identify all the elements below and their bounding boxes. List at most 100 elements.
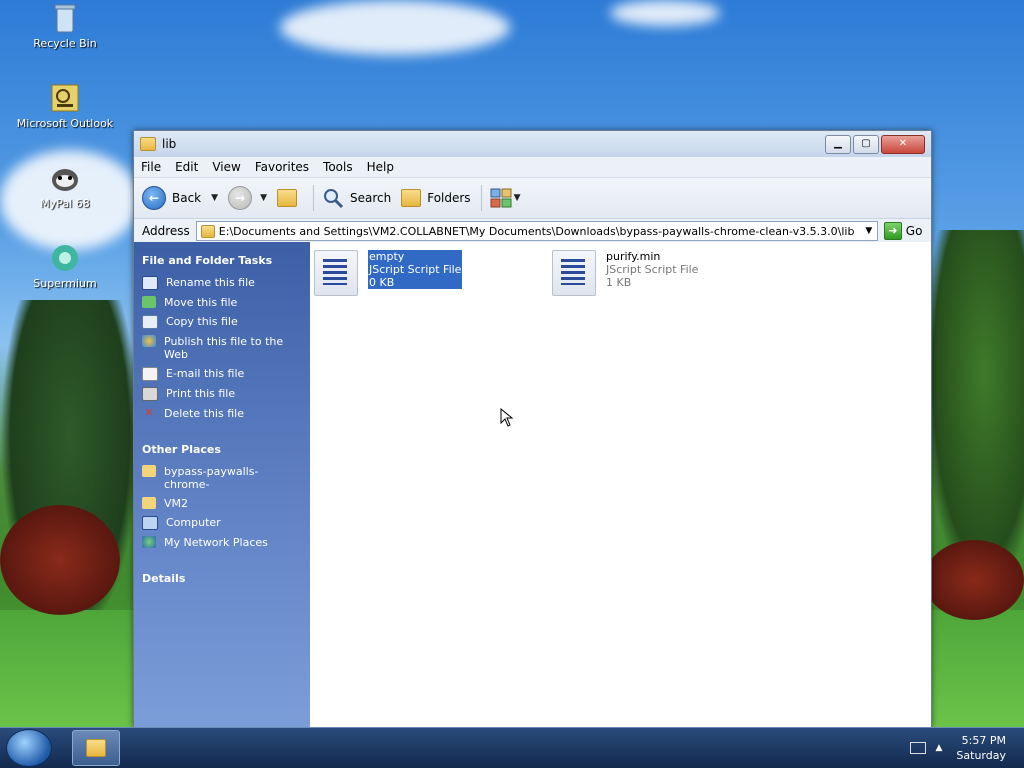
address-label: Address <box>142 224 190 238</box>
rename-icon <box>142 276 158 290</box>
address-field[interactable]: E:\Documents and Settings\VM2.COLLABNET\… <box>195 221 878 241</box>
go-arrow-icon: ➜ <box>883 222 902 240</box>
up-folder-icon <box>276 189 297 207</box>
keyboard-icon[interactable] <box>909 742 926 754</box>
desktop-icon-supermium[interactable]: Supermium <box>10 242 120 290</box>
tree-right <box>924 230 1024 590</box>
delete-icon: ✕ <box>144 406 154 419</box>
window-title: lib <box>162 137 177 151</box>
menu-tools[interactable]: Tools <box>316 160 360 174</box>
bush-left <box>0 505 120 615</box>
maximize-button[interactable]: ▢ <box>853 134 879 154</box>
task-label: Move this file <box>164 296 238 309</box>
folders-label: Folders <box>427 191 471 205</box>
task-print[interactable]: Print this file <box>134 384 310 404</box>
place-bypass-folder[interactable]: bypass-paywalls-chrome- <box>134 462 310 494</box>
address-value: E:\Documents and Settings\VM2.COLLABNET\… <box>218 224 855 238</box>
start-button[interactable] <box>6 729 52 767</box>
file-item[interactable]: purify.min JScript Script File 1 KB <box>552 250 698 296</box>
desktop-icon-label: Supermium <box>33 277 97 290</box>
file-name: empty <box>369 250 405 263</box>
place-vm2[interactable]: VM2 <box>134 494 310 513</box>
folder-icon <box>142 465 156 477</box>
title-bar[interactable]: lib ▁ ▢ ✕ <box>134 131 931 157</box>
file-item[interactable]: empty JScript Script File 0 KB <box>314 250 463 296</box>
back-label: Back <box>172 191 202 205</box>
forward-dropdown-icon[interactable]: ▼ <box>260 193 267 203</box>
folder-icon <box>140 137 156 151</box>
file-tasks-group: File and Folder Tasks Rename this file M… <box>134 248 310 423</box>
place-label: bypass-paywalls-chrome- <box>164 465 259 491</box>
address-dropdown-icon[interactable]: ▼ <box>861 226 877 236</box>
desktop-icon-outlook[interactable]: Microsoft Outlook <box>10 82 120 130</box>
explorer-window: lib ▁ ▢ ✕ File Edit View Favorites Tools… <box>133 130 932 728</box>
back-button[interactable]: ← Back ▼ <box>142 186 218 210</box>
toolbar-separator <box>312 185 314 211</box>
task-label: Rename this file <box>166 276 255 289</box>
jscript-file-icon <box>314 250 358 296</box>
task-label: Copy this file <box>166 315 238 328</box>
search-button[interactable]: Search <box>322 187 391 209</box>
file-tasks-header[interactable]: File and Folder Tasks <box>134 248 310 273</box>
clock[interactable]: 5:57 PM Saturday <box>956 733 1006 763</box>
back-arrow-icon: ← <box>142 186 166 210</box>
other-places-header[interactable]: Other Places <box>134 437 310 462</box>
folders-button[interactable]: Folders <box>401 189 471 207</box>
cursor-icon <box>500 408 514 427</box>
menu-view[interactable]: View <box>205 160 247 174</box>
desktop-icon-recycle-bin[interactable]: Recycle Bin <box>10 2 120 50</box>
email-icon <box>142 367 158 381</box>
clock-day: Saturday <box>956 749 1006 762</box>
copy-icon <box>142 315 158 329</box>
publish-web-icon <box>142 335 156 347</box>
file-list[interactable]: empty JScript Script File 0 KB purify.mi… <box>310 242 931 727</box>
other-places-group: Other Places bypass-paywalls-chrome- VM2… <box>134 437 310 552</box>
menu-help[interactable]: Help <box>360 160 401 174</box>
up-folder-button[interactable] <box>276 189 303 207</box>
address-folder-icon <box>200 224 215 238</box>
taskbar-explorer-button[interactable] <box>72 730 120 766</box>
computer-icon <box>142 516 158 530</box>
mypal-icon <box>49 162 81 194</box>
minimize-button[interactable]: ▁ <box>825 134 851 154</box>
place-network[interactable]: My Network Places <box>134 533 310 552</box>
desktop-icon-label: Microsoft Outlook <box>16 117 114 130</box>
file-info: empty JScript Script File 0 KB <box>368 250 463 289</box>
cloud <box>280 0 510 55</box>
task-pane: File and Folder Tasks Rename this file M… <box>134 242 310 727</box>
outlook-icon <box>49 82 81 114</box>
desktop-icon-label: Recycle Bin <box>33 37 97 50</box>
views-dropdown-icon: ▼ <box>513 193 521 203</box>
folder-icon <box>86 739 106 757</box>
system-tray: ▲ 5:57 PM Saturday <box>909 733 1024 763</box>
details-header[interactable]: Details <box>134 566 310 591</box>
menu-favorites[interactable]: Favorites <box>248 160 316 174</box>
recycle-bin-icon <box>49 2 81 34</box>
toolbar: ← Back ▼ → ▼ Search Folders ▼ <box>134 178 931 219</box>
task-email[interactable]: E-mail this file <box>134 364 310 384</box>
print-icon <box>142 387 158 401</box>
close-button[interactable]: ✕ <box>881 134 925 154</box>
menu-edit[interactable]: Edit <box>168 160 205 174</box>
bush-right <box>924 540 1024 620</box>
desktop-icon-mypal[interactable]: MyPal 68 <box>10 162 120 210</box>
menu-file[interactable]: File <box>134 160 168 174</box>
views-button[interactable]: ▼ <box>490 188 521 208</box>
views-icon <box>490 188 512 208</box>
back-dropdown-icon[interactable]: ▼ <box>211 193 218 203</box>
show-hidden-icons-icon[interactable]: ▲ <box>936 743 943 753</box>
details-group: Details <box>134 566 310 591</box>
task-move[interactable]: Move this file <box>134 293 310 312</box>
folder-icon <box>142 497 156 509</box>
task-delete[interactable]: ✕ Delete this file <box>134 404 310 423</box>
task-copy[interactable]: Copy this file <box>134 312 310 332</box>
place-computer[interactable]: Computer <box>134 513 310 533</box>
task-publish[interactable]: Publish this file to the Web <box>134 332 310 364</box>
forward-button[interactable]: → ▼ <box>228 186 267 210</box>
task-label: E-mail this file <box>166 367 245 380</box>
file-type: JScript Script File <box>369 263 462 276</box>
clock-time: 5:57 PM <box>961 734 1006 747</box>
go-button[interactable]: ➜ Go <box>883 222 922 240</box>
task-rename[interactable]: Rename this file <box>134 273 310 293</box>
search-label: Search <box>349 191 392 205</box>
